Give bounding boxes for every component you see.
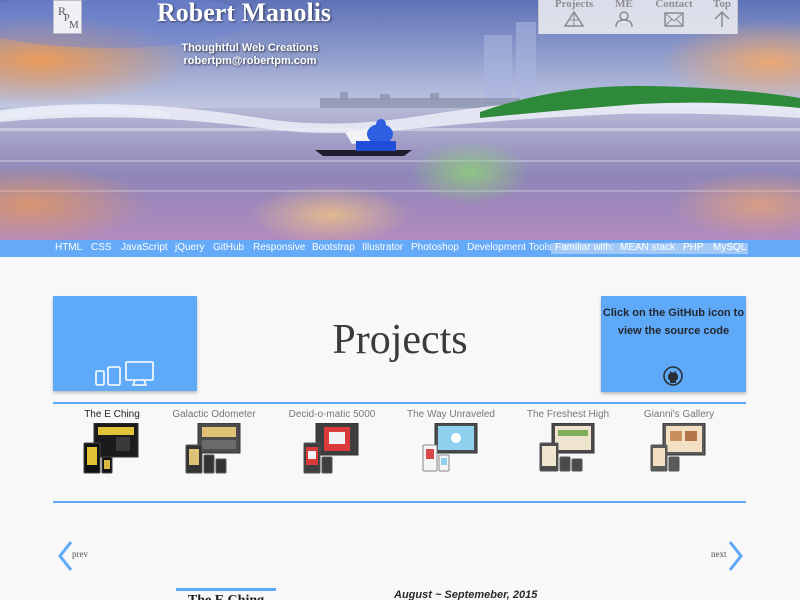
familiar-item: MySQL	[713, 242, 747, 253]
tagline-text: Thoughtful Web Creations	[181, 42, 319, 54]
devices-icon	[95, 361, 154, 386]
email-address[interactable]: robertpm@robertpm.com	[160, 55, 340, 68]
pyramid-icon	[564, 11, 584, 27]
familiar-label: Familiar with:	[555, 242, 614, 253]
project-detail-date: August ~ Septemeber, 2015	[394, 589, 538, 600]
skill-item: HTML	[55, 242, 83, 253]
hero-banner: R P M Robert Manolis Thoughtful Web Crea…	[0, 0, 800, 240]
project-name: Decid-o-matic 5000	[288, 409, 376, 420]
project-card[interactable]: The Way Unraveled	[391, 409, 511, 475]
skill-item: Bootstrap	[312, 242, 355, 253]
monogram-logo-icon: R P M	[58, 4, 79, 31]
nav-top-label: Top	[713, 0, 731, 10]
project-thumbnail	[303, 423, 359, 474]
project-card[interactable]: Decid-o-matic 5000	[272, 409, 392, 475]
top-navigation: Projects ME Contact Top	[538, 0, 738, 34]
skill-item: CSS	[91, 242, 112, 253]
project-card[interactable]: Galactic Odometer	[154, 409, 274, 475]
next-arrow-icon[interactable]	[728, 540, 744, 572]
familiar-item: MEAN stack	[620, 242, 676, 253]
project-thumbnail	[422, 423, 478, 472]
skills-bar: HTML CSS JavaScript jQuery GitHub Respon…	[0, 240, 800, 257]
nav-contact-label: Contact	[655, 0, 693, 10]
carousel-top-divider	[53, 402, 746, 404]
project-name: Gianni's Gallery	[643, 409, 715, 420]
project-detail-title: The E Ching	[176, 591, 276, 600]
project-detail-tab: The E Ching	[176, 588, 276, 600]
svg-text:M: M	[69, 19, 79, 31]
skill-item: GitHub	[213, 242, 245, 253]
carousel-bottom-divider	[53, 501, 746, 503]
project-thumbnail	[83, 423, 139, 474]
project-name: Galactic Odometer	[172, 409, 256, 420]
prev-arrow-icon[interactable]	[57, 540, 73, 572]
lake-skyline-illustration	[0, 0, 800, 240]
skill-item: Development Tools	[467, 242, 552, 253]
github-note: Click on the GitHub icon to view the sou…	[602, 307, 745, 337]
project-name: The Freshest High	[526, 409, 610, 420]
next-link[interactable]: next	[711, 549, 727, 559]
arrow-up-icon	[714, 11, 730, 27]
project-card[interactable]: The Freshest High	[508, 409, 628, 475]
skill-item: jQuery	[175, 242, 205, 253]
envelope-icon	[664, 12, 684, 27]
github-note-panel: Click on the GitHub icon to view the sou…	[601, 296, 746, 392]
familiar-item: PHP	[683, 242, 704, 253]
site-title: Robert Manolis	[157, 0, 332, 27]
project-name: The Way Unraveled	[407, 409, 495, 420]
skill-item: Responsive	[253, 242, 306, 253]
tagline: Thoughtful Web Creations robertpm@robert…	[160, 42, 340, 68]
skill-item: JavaScript	[121, 242, 168, 253]
project-thumbnail	[185, 423, 241, 474]
nav-contact[interactable]: Contact	[649, 0, 699, 34]
nav-top[interactable]: Top	[697, 0, 747, 34]
project-thumbnail	[539, 423, 595, 472]
rpm-logo[interactable]: R P M	[53, 0, 82, 34]
person-icon	[615, 11, 633, 27]
nav-me-label: ME	[615, 0, 633, 10]
prev-link[interactable]: prev	[72, 549, 88, 559]
nav-projects-label: Projects	[554, 0, 594, 10]
skill-item: Photoshop	[411, 242, 459, 253]
devices-panel	[53, 296, 197, 391]
nav-me[interactable]: ME	[599, 0, 649, 34]
projects-heading: Projects	[332, 317, 468, 363]
familiar-with-box: Familiar with: MEAN stack PHP MySQL	[551, 242, 748, 254]
github-icon[interactable]	[663, 366, 683, 386]
nav-projects[interactable]: Projects	[549, 0, 599, 34]
project-thumbnail	[650, 423, 706, 472]
project-card[interactable]: Gianni's Gallery	[619, 409, 739, 475]
skill-item: Illustrator	[362, 242, 404, 253]
